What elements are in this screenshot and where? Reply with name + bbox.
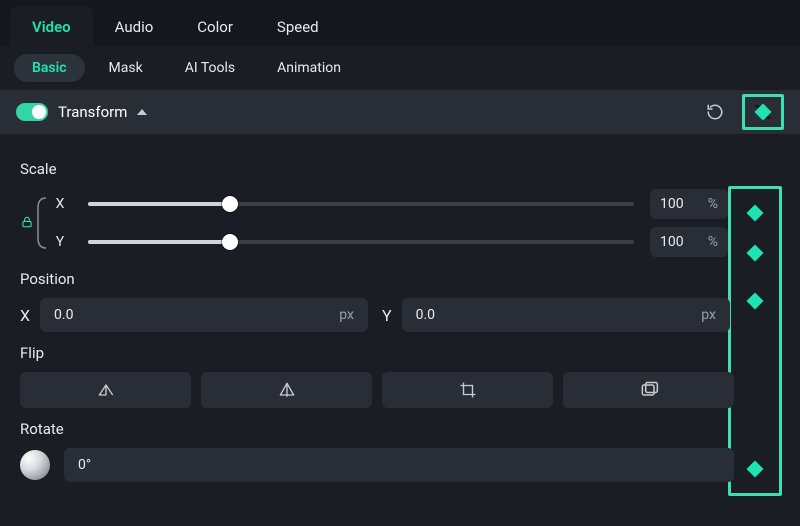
scale-y-row: Y 100 %: [20, 226, 780, 258]
tab-video[interactable]: Video: [10, 6, 93, 46]
keyframe-icon: [747, 245, 764, 262]
transform-toggle[interactable]: [16, 103, 48, 121]
crop-button[interactable]: [382, 372, 553, 408]
position-y-input[interactable]: 0.0 px: [402, 298, 730, 332]
scale-x-value: 100: [660, 196, 684, 212]
reset-icon: [706, 103, 724, 121]
collapse-icon[interactable]: [137, 109, 147, 115]
scale-y-value: 100: [660, 234, 684, 250]
flip-horizontal-icon: [96, 381, 116, 399]
flip-label: Flip: [20, 344, 780, 362]
position-x-unit: px: [339, 307, 354, 323]
position-x-value: 0.0: [54, 307, 73, 323]
fit-button[interactable]: [563, 372, 734, 408]
scale-x-input[interactable]: 100 %: [650, 189, 728, 219]
tab-audio[interactable]: Audio: [93, 6, 176, 46]
scale-label: Scale: [20, 160, 780, 178]
keyframe-master-button[interactable]: [742, 94, 784, 130]
scale-lock-button[interactable]: [20, 214, 34, 233]
position-keyframe-button[interactable]: [744, 290, 766, 312]
lock-icon: [20, 215, 34, 229]
flip-vertical-button[interactable]: [201, 372, 372, 408]
transform-panel: Scale X 100 % Y: [0, 134, 800, 482]
rotate-value: 0°: [78, 457, 91, 473]
sub-tabs: Basic Mask AI Tools Animation: [0, 46, 800, 90]
position-y-unit: px: [701, 307, 716, 323]
transform-title: Transform: [58, 103, 127, 121]
position-row: X 0.0 px Y 0.0 px: [20, 298, 780, 332]
flip-vertical-icon: [277, 381, 297, 399]
scale-x-slider[interactable]: [88, 188, 634, 220]
scale-x-row: X 100 %: [20, 188, 780, 220]
position-label: Position: [20, 270, 780, 288]
position-y-value: 0.0: [416, 307, 435, 323]
scale-x-unit: %: [708, 196, 718, 212]
keyframe-icon: [747, 461, 764, 478]
keyframe-icon: [747, 205, 764, 222]
subtab-ai-tools[interactable]: AI Tools: [167, 54, 253, 82]
flip-horizontal-button[interactable]: [20, 372, 191, 408]
keyframe-master-icon: [755, 104, 772, 121]
rotate-row: 0°: [20, 448, 780, 482]
flip-row: [20, 372, 780, 408]
crop-icon: [459, 381, 477, 399]
scale-x-label: X: [48, 196, 72, 212]
scale-y-keyframe-button[interactable]: [744, 242, 766, 264]
rotate-dial[interactable]: [20, 450, 50, 480]
position-x-input[interactable]: 0.0 px: [40, 298, 368, 332]
fit-icon: [639, 381, 659, 399]
rotate-label: Rotate: [20, 420, 780, 438]
rotate-keyframe-button[interactable]: [744, 458, 766, 480]
scale-y-unit: %: [708, 234, 718, 250]
reset-button[interactable]: [702, 99, 728, 125]
position-x-label: X: [20, 306, 30, 325]
rotate-input[interactable]: 0°: [64, 448, 734, 482]
subtab-animation[interactable]: Animation: [259, 54, 359, 82]
main-tabs: Video Audio Color Speed: [0, 0, 800, 46]
scale-y-slider[interactable]: [88, 226, 634, 258]
subtab-basic[interactable]: Basic: [14, 54, 85, 82]
tab-speed[interactable]: Speed: [255, 6, 341, 46]
keyframe-icon: [747, 293, 764, 310]
scale-x-keyframe-button[interactable]: [744, 202, 766, 224]
position-y-label: Y: [382, 306, 392, 325]
scale-y-label: Y: [48, 234, 72, 250]
transform-header: Transform: [0, 90, 800, 134]
subtab-mask[interactable]: Mask: [91, 54, 161, 82]
tab-color[interactable]: Color: [175, 6, 255, 46]
scale-y-input[interactable]: 100 %: [650, 227, 728, 257]
